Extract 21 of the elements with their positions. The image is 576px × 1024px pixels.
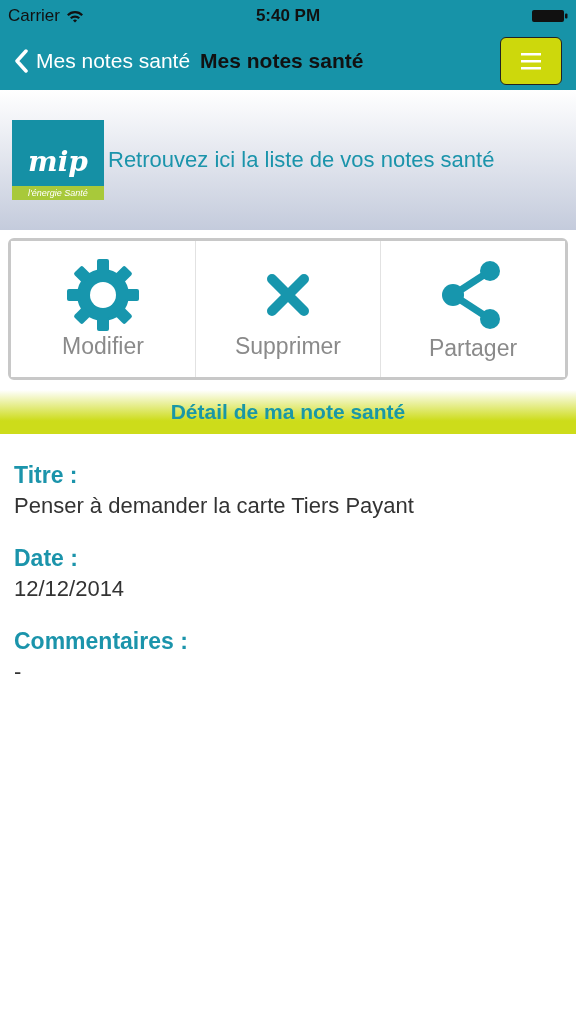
logo-tagline: l'énergie Santé (12, 186, 104, 200)
field-label: Titre : (14, 462, 78, 489)
logo-word: mip (28, 145, 88, 178)
field-label: Commentaires : (14, 628, 188, 655)
menu-icon (521, 52, 541, 70)
back-button[interactable]: Mes notes santé (14, 49, 191, 73)
menu-button[interactable] (500, 37, 562, 85)
action-button[interactable]: Partager (380, 241, 565, 377)
field-value: 12/12/2014 (14, 576, 125, 602)
field-value: - (14, 659, 22, 685)
chevron-left-icon (14, 49, 28, 73)
section-title: Détail de ma note santé (170, 400, 406, 424)
time-label: 5:40 PM (254, 6, 322, 26)
banner-text: Retrouvez ici la liste de vos notes santé (108, 147, 495, 173)
battery-icon (532, 9, 568, 23)
carrier-label: Carrier (8, 6, 60, 26)
field-value: Penser à demander la carte Tiers Payant (14, 493, 414, 519)
gear-icon (67, 258, 139, 331)
screen-title: Mes notes santé (200, 49, 364, 73)
wifi-icon (65, 9, 84, 23)
field-label: Date : (14, 545, 78, 572)
